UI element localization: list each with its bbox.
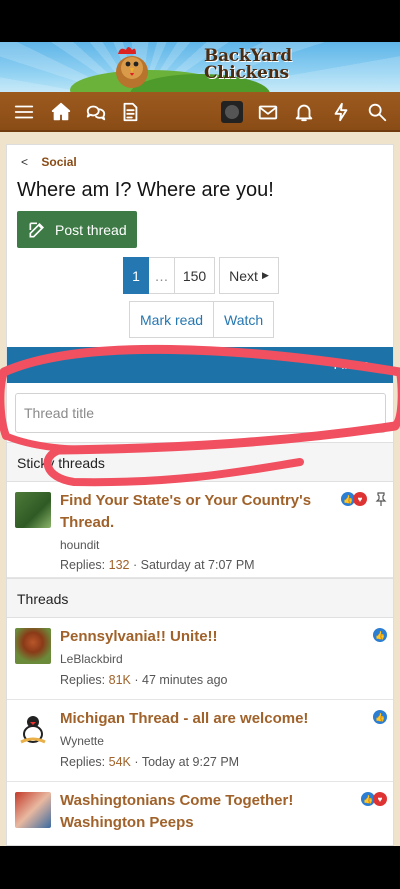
thread-meta: Replies: 132 · Saturday at 7:07 PM [60, 558, 255, 572]
replies-label: Replies: [60, 673, 106, 687]
chat-bubbles-icon[interactable] [84, 100, 108, 124]
chick-avatar-icon [20, 716, 46, 744]
bell-icon[interactable] [292, 100, 316, 124]
page-jump-button[interactable]: … [149, 257, 175, 294]
thread-meta: Replies: 81K · 47 minutes ago [60, 673, 228, 687]
thread-title-link[interactable]: Find Your State's or Your Country's Thre… [60, 490, 330, 534]
menu-icon[interactable] [12, 100, 36, 124]
breadcrumb[interactable]: < Social [21, 155, 77, 169]
thread-meta: Replies: 54K · Today at 9:27 PM [60, 755, 239, 769]
replies-count: 81K [108, 673, 131, 687]
caret-right-icon: ▶ [261, 270, 269, 280]
envelope-icon[interactable] [256, 100, 280, 124]
meta-separator: · [134, 673, 143, 687]
last-post-time[interactable]: Saturday at 7:07 PM [141, 558, 255, 572]
replies-label: Replies: [60, 755, 106, 769]
thread-avatar [15, 792, 51, 828]
replies-count: 54K [108, 755, 131, 769]
mark-read-button[interactable]: Mark read [129, 301, 215, 338]
brand-line-2: Chickens [204, 63, 289, 83]
page-1-button[interactable]: 1 [123, 257, 149, 294]
thread-row-sticky[interactable]: Find Your State's or Your Country's Thre… [7, 482, 393, 578]
brand-wordmark: BackYard Chickens [204, 48, 292, 82]
chicken-logo-icon [116, 47, 148, 88]
filters-button[interactable]: Filters [334, 357, 369, 372]
pagination: 1 … 150 Next ▶ [123, 257, 279, 294]
chevron-left-icon: < [21, 155, 29, 169]
meta-separator: · [133, 558, 141, 572]
thread-author[interactable]: Wynette [60, 734, 104, 748]
edit-icon [29, 222, 45, 237]
site-banner[interactable]: BackYard Chickens [0, 42, 400, 92]
replies-count: 132 [108, 558, 130, 572]
thread-title-link[interactable]: Michigan Thread - all are welcome! [60, 708, 330, 730]
thread-author[interactable]: houndit [60, 538, 99, 552]
thread-title-filter-input[interactable] [15, 393, 386, 433]
thread-row[interactable]: Pennsylvania!! Unite!! LeBlackbird Repli… [7, 618, 393, 700]
replies-label: Replies: [60, 558, 106, 572]
thread-author[interactable]: LeBlackbird [60, 652, 123, 666]
like-reaction-icon: 👍 [373, 628, 387, 642]
thread-title-link[interactable]: Washingtonians Come Together! Washington… [60, 790, 330, 834]
filter-bar: Filters [7, 347, 393, 383]
document-icon[interactable] [118, 100, 142, 124]
post-thread-button[interactable]: Post thread [17, 211, 137, 248]
forum-card: < Social Where am I? Where are you! Post… [6, 144, 394, 846]
last-post-time[interactable]: Today at 9:27 PM [142, 755, 239, 769]
search-icon[interactable] [365, 100, 389, 124]
love-reaction-icon: ♥ [373, 792, 387, 806]
lightning-icon[interactable] [329, 100, 353, 124]
page-last-button[interactable]: 150 [175, 257, 215, 294]
thread-avatar [15, 628, 51, 664]
breadcrumb-social[interactable]: Social [41, 155, 76, 169]
thread-avatar [15, 710, 51, 746]
thread-actions: Mark read Watch [129, 301, 275, 338]
meta-separator: · [134, 755, 142, 769]
top-nav [0, 92, 400, 132]
last-post-time[interactable]: 47 minutes ago [142, 673, 227, 687]
watch-button[interactable]: Watch [214, 301, 275, 338]
thread-avatar [15, 492, 51, 528]
status-bar [0, 0, 400, 42]
user-avatar[interactable] [221, 101, 243, 123]
post-thread-label: Post thread [55, 221, 127, 238]
thread-row[interactable]: Washingtonians Come Together! Washington… [7, 782, 393, 845]
love-reaction-icon: ♥ [353, 492, 367, 506]
threads-header: Threads [7, 578, 393, 618]
sticky-threads-header: Sticky threads [7, 442, 393, 482]
page-title: Where am I? Where are you! [17, 179, 274, 201]
thread-title-link[interactable]: Pennsylvania!! Unite!! [60, 626, 330, 648]
thread-row[interactable]: Michigan Thread - all are welcome! Wynet… [7, 700, 393, 782]
pin-icon [375, 492, 387, 506]
next-label: Next [229, 267, 258, 284]
next-page-button[interactable]: Next ▶ [219, 257, 279, 294]
like-reaction-icon: 👍 [373, 710, 387, 724]
home-icon[interactable] [49, 100, 73, 124]
system-nav-bar [0, 846, 400, 889]
